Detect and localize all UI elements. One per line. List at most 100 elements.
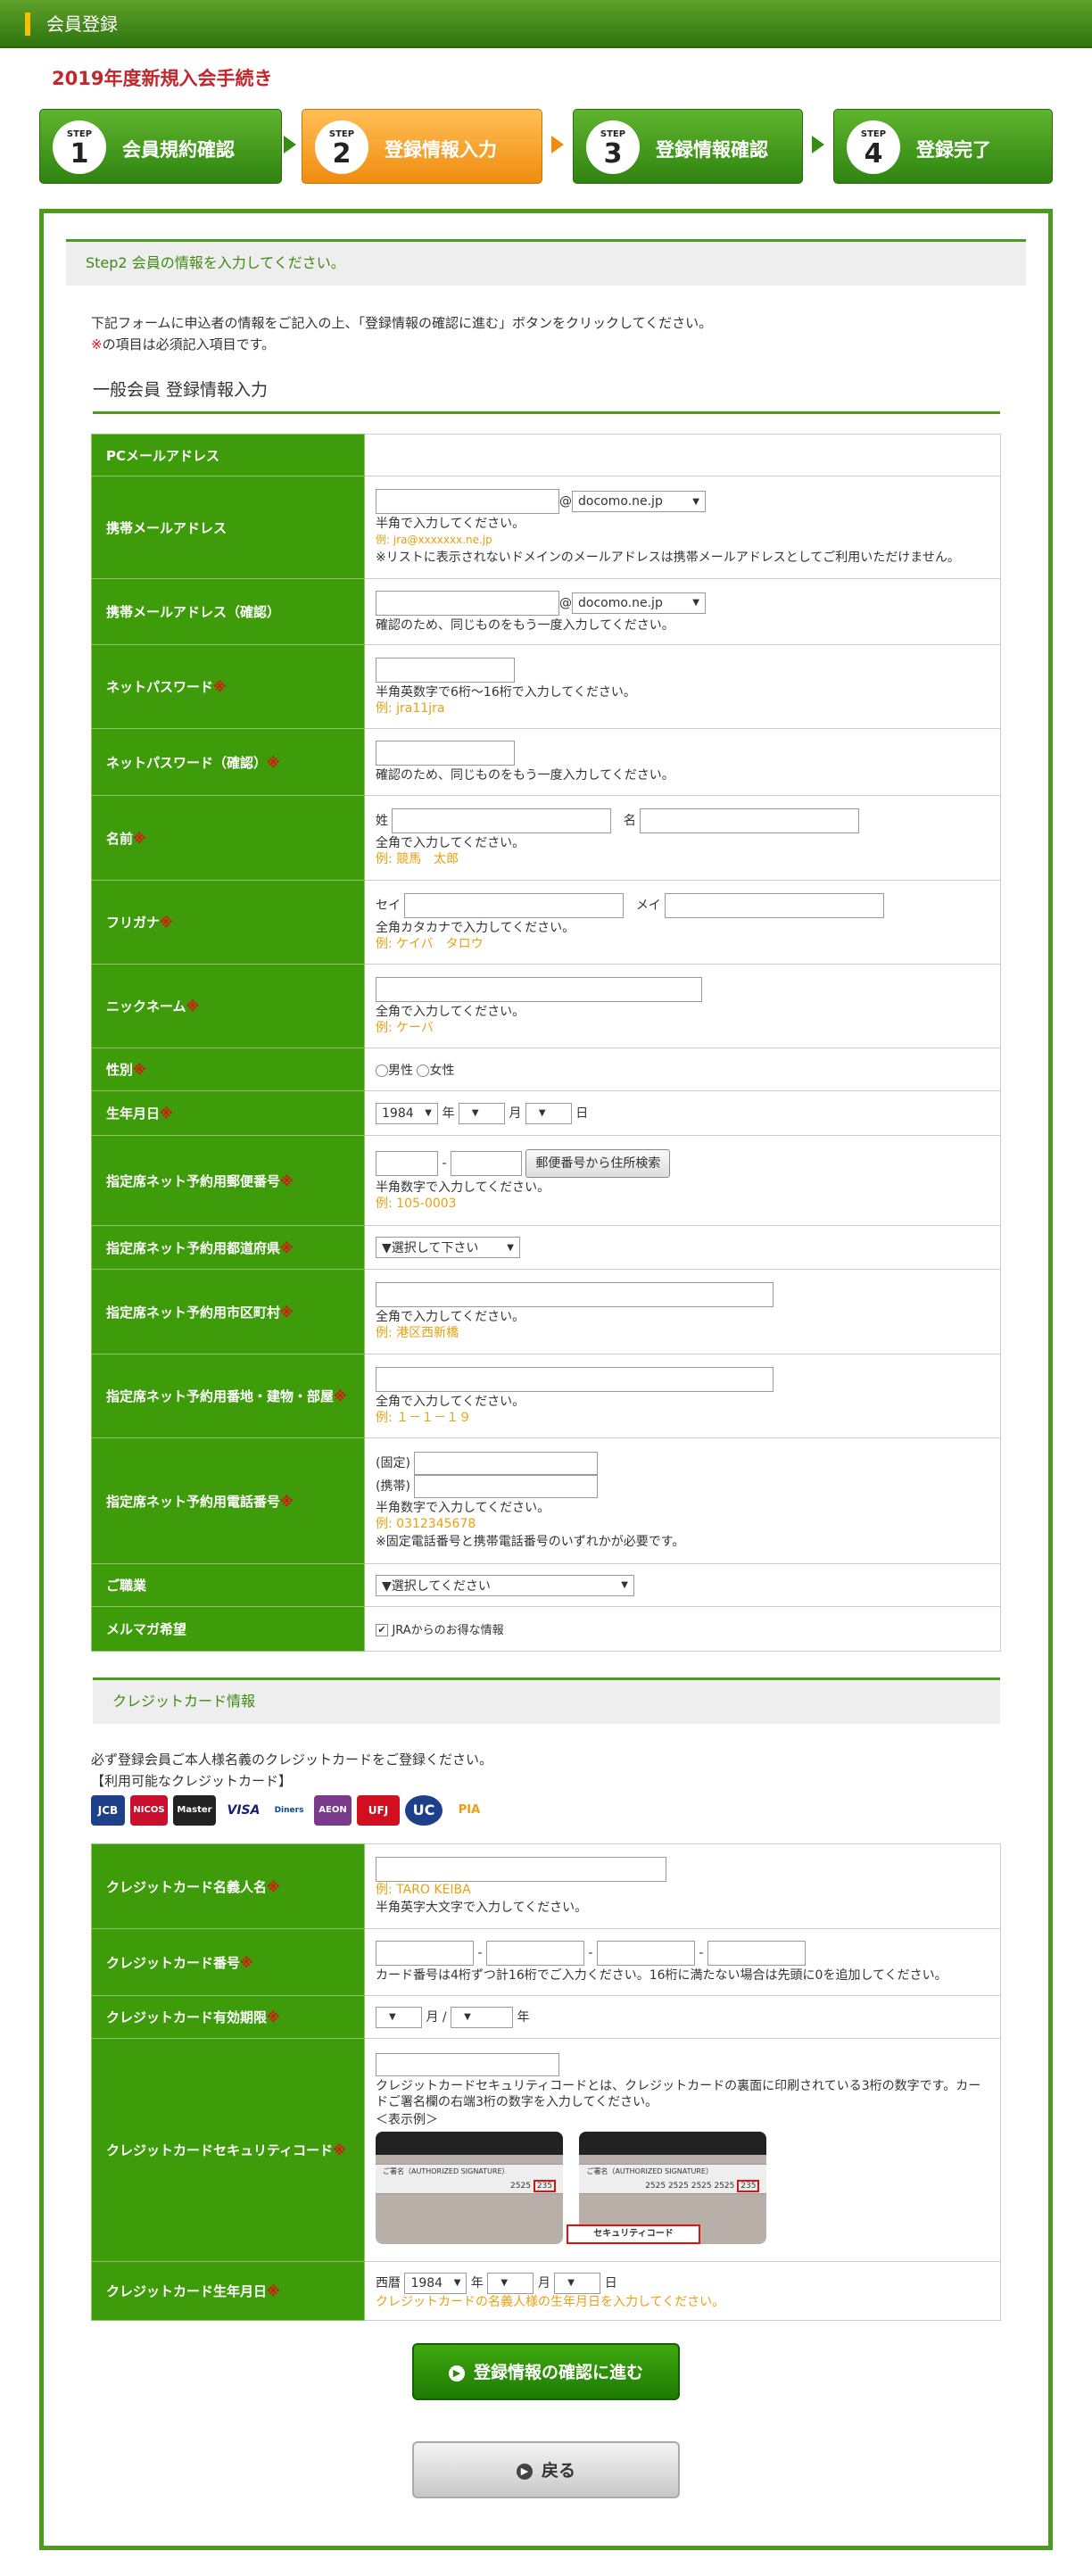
page-heading: 2019年度新規入会手続き <box>52 68 273 89</box>
header-bar: 会員登録 <box>0 0 1092 48</box>
back-button[interactable]: ▶ 戻る <box>412 2441 680 2498</box>
prefecture-select[interactable]: ▼選択して下さい <box>376 1237 520 1258</box>
job-select[interactable]: ▼選択してください <box>376 1574 634 1596</box>
furigana-label: フリガナ <box>106 915 161 931</box>
city-input[interactable] <box>376 1282 774 1307</box>
row-net-password-confirm: ネットパスワード（確認）※ 確認のため、同じものをもう一度入力してください。 <box>91 728 1001 796</box>
row-card-expiry: クレジットカード有効期限※ 月 / 年 <box>91 1995 1001 2039</box>
row-mobile-mail: 携帯メールアドレス @docomo.ne.jp 半角で入力してください。 例: … <box>91 476 1001 579</box>
row-card-number: クレジットカード番号※ - - - カード番号は4桁ずつ計16桁でご入力ください… <box>91 1928 1001 1996</box>
ufj-logo-icon: UFJ <box>357 1795 400 1826</box>
address-label: 指定席ネット予約用番地・建物・部屋 <box>106 1388 335 1404</box>
first-name-kana-input[interactable] <box>665 892 885 918</box>
city-label: 指定席ネット予約用市区町村 <box>106 1304 281 1321</box>
row-birthday: 生年月日※ 1984 年 月 日 <box>91 1090 1001 1136</box>
gender-male-radio[interactable] <box>376 1064 388 1077</box>
mobile-mail-input[interactable] <box>376 489 559 514</box>
birthday-label: 生年月日 <box>106 1106 161 1122</box>
birth-month-select[interactable] <box>458 1102 505 1124</box>
member-form-table: PCメールアドレス 携帯メールアドレス @docomo.ne.jp 半角で入力し… <box>91 434 1001 1652</box>
card-number-label: クレジットカード番号 <box>106 1954 241 1971</box>
nickname-input[interactable] <box>376 976 702 1002</box>
birth-day-select[interactable] <box>525 1102 572 1124</box>
header-title: 会員登録 <box>46 13 118 35</box>
nicos-logo-icon: NICOS <box>130 1795 168 1826</box>
section-heading-card: クレジットカード情報 <box>93 1677 1000 1724</box>
row-card-holder: クレジットカード名義人名※ 例: TARO KEIBA 半角英字大文字で入力して… <box>91 1843 1001 1929</box>
step-4-label: 登録完了 <box>916 139 991 161</box>
pia-logo-icon: PIA <box>448 1795 491 1826</box>
postal-first-input[interactable] <box>376 1151 438 1176</box>
card-holder-label: クレジットカード名義人名 <box>106 1878 268 1895</box>
card-intro: 必ず登録会員ご本人様名義のクレジットカードをご登録ください。 【利用可能なクレジ… <box>91 1752 493 1789</box>
card-birth-day-select[interactable] <box>554 2272 601 2294</box>
postal-second-input[interactable] <box>450 1151 522 1176</box>
row-mailmag: メルマガ希望 ✔ JRAからのお得な情報 <box>91 1606 1001 1652</box>
last-name-input[interactable] <box>392 808 612 833</box>
step-arrow-icon <box>284 136 296 153</box>
card-number-4-input[interactable] <box>707 1941 806 1966</box>
step-2: STEP 2 登録情報入力 <box>302 109 542 184</box>
row-name: 名前※ 姓 名 全角で入力してください。 例: 競馬 太郎 <box>91 795 1001 881</box>
postal-search-button[interactable]: 郵便番号から住所検索 <box>525 1149 671 1178</box>
mobile-mail-domain-select[interactable]: docomo.ne.jp <box>572 491 706 512</box>
card-number-1-input[interactable] <box>376 1941 474 1966</box>
phone-fixed-input[interactable] <box>414 1452 599 1475</box>
row-phone: 指定席ネット予約用電話番号※ (固定) (携帯) 半角数字で入力してください。 … <box>91 1437 1001 1564</box>
name-label: 名前 <box>106 830 134 847</box>
confirm-button[interactable]: ▶ 登録情報の確認に進む <box>412 2343 680 2400</box>
last-name-kana-input[interactable] <box>404 892 625 918</box>
step-3: STEP 3 登録情報確認 <box>573 109 803 184</box>
card-number-2-input[interactable] <box>485 1941 584 1966</box>
card-expiry-year-select[interactable] <box>451 2006 514 2028</box>
card-security-input[interactable] <box>376 2052 559 2076</box>
card-expiry-month-select[interactable] <box>376 2006 422 2028</box>
phone-label: 指定席ネット予約用電話番号 <box>106 1493 281 1510</box>
card-birth-year-select[interactable]: 1984 <box>404 2272 467 2294</box>
step-4-badge: STEP 4 <box>847 120 900 174</box>
form-subheading: 一般会員 登録情報入力 <box>93 377 1000 414</box>
card-number-3-input[interactable] <box>596 1941 695 1966</box>
gender-female-radio[interactable] <box>417 1064 430 1077</box>
header-accent <box>25 12 30 36</box>
diners-logo-icon: Diners <box>269 1795 309 1826</box>
address-input[interactable] <box>376 1366 774 1392</box>
step-1-label: 会員規約確認 <box>122 139 235 161</box>
mobile-mail-label: 携帯メールアドレス <box>106 519 228 536</box>
jcb-logo-icon: JCB <box>91 1795 125 1826</box>
net-password-label: ネットパスワード <box>106 679 214 695</box>
postal-label: 指定席ネット予約用郵便番号 <box>106 1172 281 1189</box>
card-back-image-1: ご署名（AUTHORIZED SIGNATURE） 2525 235 <box>376 2131 563 2244</box>
row-pc-mail: PCメールアドレス <box>91 434 1001 476</box>
birth-year-select[interactable]: 1984 <box>376 1102 438 1124</box>
net-password-input[interactable] <box>376 657 515 683</box>
gender-label: 性別 <box>106 1062 134 1078</box>
mobile-mail-confirm-label: 携帯メールアドレス（確認） <box>106 604 281 620</box>
prefecture-label: 指定席ネット予約用都道府県 <box>106 1239 281 1256</box>
mailmag-label: メルマガ希望 <box>106 1621 187 1637</box>
row-card-birthday: クレジットカード生年月日※ 西暦 1984 年 月 日 クレジットカードの名義人… <box>91 2261 1001 2321</box>
row-prefecture: 指定席ネット予約用都道府県※ ▼選択して下さい <box>91 1225 1001 1270</box>
row-net-password: ネットパスワード※ 半角英数字で6桁〜16桁で入力してください。 例: jra1… <box>91 644 1001 729</box>
step-2-label: 登録情報入力 <box>385 139 497 161</box>
phone-mobile-input[interactable] <box>414 1475 599 1498</box>
uc-logo-icon: UC <box>405 1795 443 1826</box>
step-4: STEP 4 登録完了 <box>833 109 1053 184</box>
step-1: STEP 1 会員規約確認 <box>39 109 282 184</box>
card-holder-input[interactable] <box>376 1857 666 1882</box>
step-1-badge: STEP 1 <box>53 120 106 174</box>
step-arrow-icon <box>551 136 564 153</box>
card-form-table: クレジットカード名義人名※ 例: TARO KEIBA 半角英字大文字で入力して… <box>91 1843 1001 2321</box>
net-password-confirm-label: ネットパスワード（確認） <box>106 754 268 771</box>
mailmag-checkbox[interactable]: ✔ <box>376 1624 388 1636</box>
mobile-mail-confirm-input[interactable] <box>376 590 559 616</box>
step-2-badge: STEP 2 <box>315 120 368 174</box>
security-code-callout: セキュリティコード <box>567 2224 700 2244</box>
first-name-input[interactable] <box>640 808 860 833</box>
card-birth-month-select[interactable] <box>487 2272 534 2294</box>
net-password-confirm-input[interactable] <box>376 741 515 766</box>
mobile-mail-confirm-domain-select[interactable]: docomo.ne.jp <box>572 592 706 614</box>
row-job: ご職業 ▼選択してください <box>91 1563 1001 1607</box>
row-card-security: クレジットカードセキュリティコード※ クレジットカードセキュリティコードとは、ク… <box>91 2038 1001 2262</box>
row-nickname: ニックネーム※ 全角で入力してください。 例: ケーバ <box>91 964 1001 1048</box>
